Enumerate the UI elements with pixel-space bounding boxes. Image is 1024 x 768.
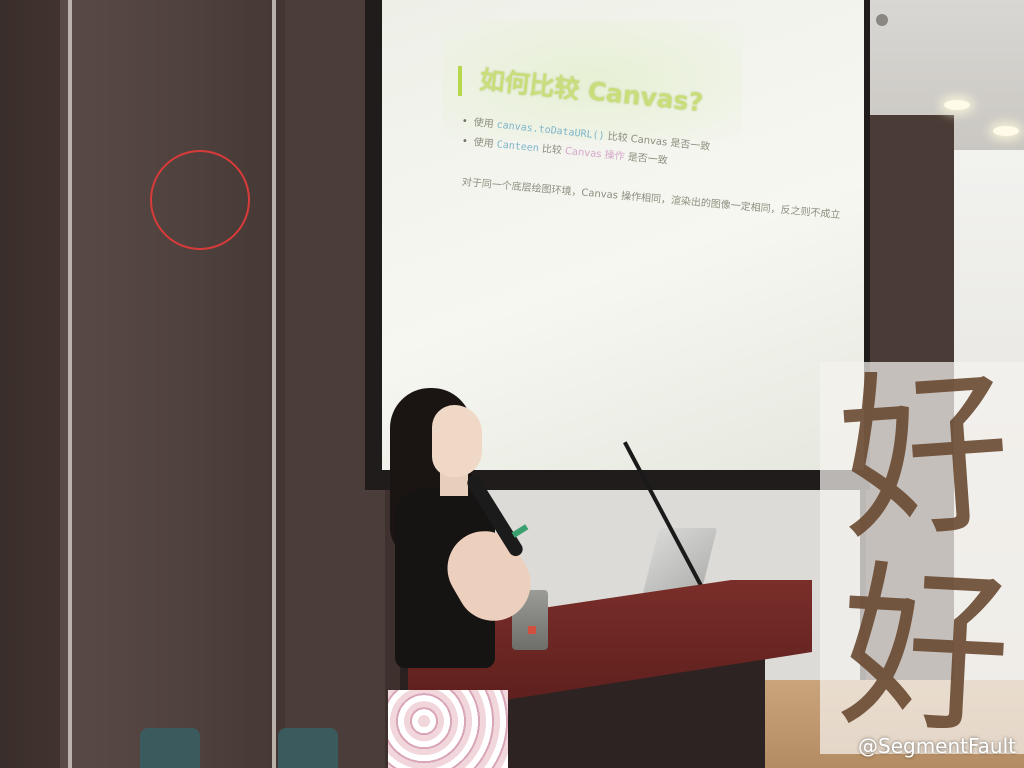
panel-seam xyxy=(272,0,276,768)
title-accent-bar xyxy=(458,66,462,96)
watermark: @SegmentFault xyxy=(858,734,1016,758)
slide-text: 比较 xyxy=(538,143,566,157)
calligraphy-character: 好 xyxy=(832,362,1018,567)
slide-note: 对于同一个底层绘图环境，Canvas 操作相同，渲染出的图像一定相同，反之则不成… xyxy=(461,177,841,222)
red-circle-annotation xyxy=(150,150,250,250)
calligraphy-character: 好 xyxy=(834,543,1016,754)
slide-text: 使用 xyxy=(473,137,498,151)
slide-text: 是否一致 xyxy=(624,151,669,167)
photo-scene: 如何比较 Canvas? • 使用 canvas.toDataURL() 比较 C… xyxy=(0,0,1024,768)
bag xyxy=(278,728,338,768)
speaker-skirt xyxy=(388,690,508,768)
panel-seam xyxy=(68,0,72,768)
wall-panel xyxy=(60,0,275,768)
slide-highlight: Canteen xyxy=(496,139,540,155)
bullet-glyph: • xyxy=(461,136,469,148)
slide-highlight: Canvas 操作 xyxy=(564,145,626,163)
calligraphy-overlay: 好 好 xyxy=(820,362,1024,754)
bag xyxy=(140,728,200,768)
ceiling-light xyxy=(944,100,970,110)
recorder-light xyxy=(528,626,536,634)
bullet-glyph: • xyxy=(461,116,469,128)
sprinkler-fixture xyxy=(876,14,888,26)
ceiling-light xyxy=(993,126,1019,136)
slide-text: 使用 xyxy=(473,117,498,131)
speaker-face xyxy=(432,405,482,477)
